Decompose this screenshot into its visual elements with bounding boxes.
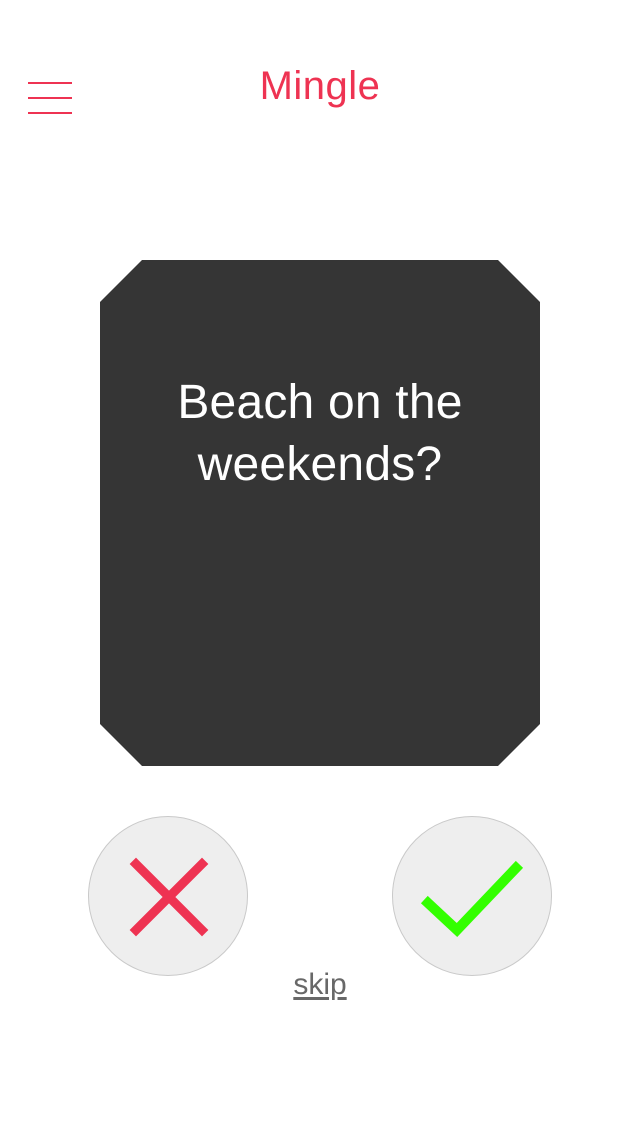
close-icon [129,857,209,937]
skip-link[interactable]: skip [0,966,640,1004]
reject-button[interactable] [88,816,248,976]
app-title: Mingle [259,64,381,108]
accept-button[interactable] [392,816,552,976]
question-text: Beach on the weekends? [177,376,463,491]
menu-line [28,112,72,114]
check-icon [420,860,524,938]
question-card[interactable]: Beach on the weekends? [100,260,540,766]
mingle-screen: Mingle Beach on the weekends? skip [0,0,640,1136]
